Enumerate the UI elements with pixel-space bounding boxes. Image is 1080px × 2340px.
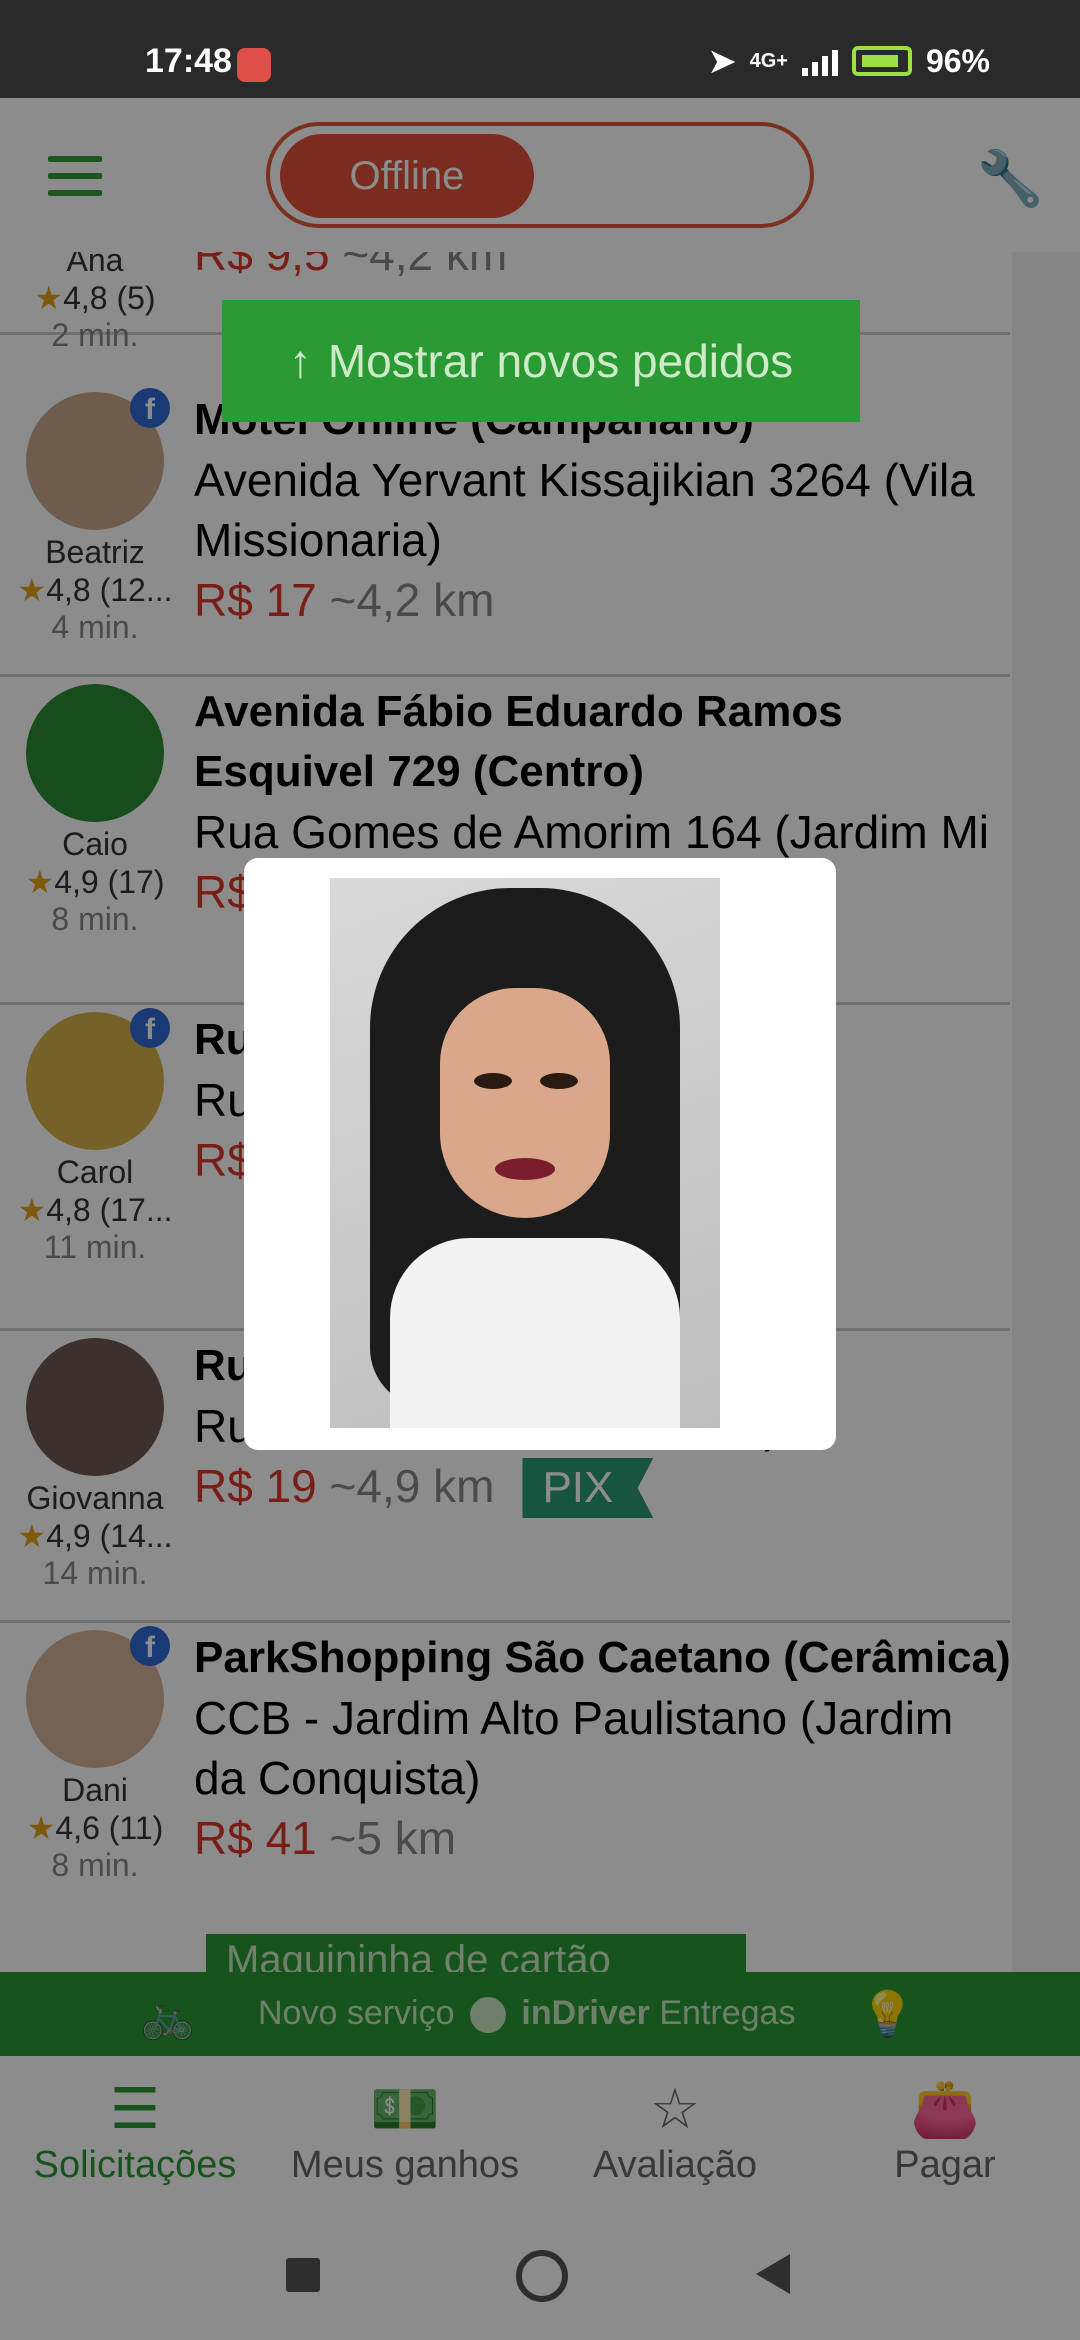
network-label: 4G+ — [749, 49, 788, 72]
show-new-label: Mostrar novos pedidos — [327, 335, 794, 387]
clock: 17:48 — [145, 42, 232, 80]
status-icons: ➤ 4G+ 96% — [709, 42, 990, 80]
signal-icon — [801, 46, 838, 76]
location-icon: ➤ — [708, 43, 736, 79]
battery-percent: 96% — [925, 42, 990, 79]
battery-icon — [851, 46, 912, 76]
photo-dialog — [244, 858, 836, 1450]
notification-icon — [237, 48, 271, 82]
status-bar: 17:48 ➤ 4G+ 96% — [0, 0, 1080, 98]
show-new-orders-button[interactable]: ↑ Mostrar novos pedidos — [222, 300, 860, 422]
arrow-up-icon: ↑ — [288, 335, 312, 387]
passenger-photo — [330, 878, 720, 1428]
